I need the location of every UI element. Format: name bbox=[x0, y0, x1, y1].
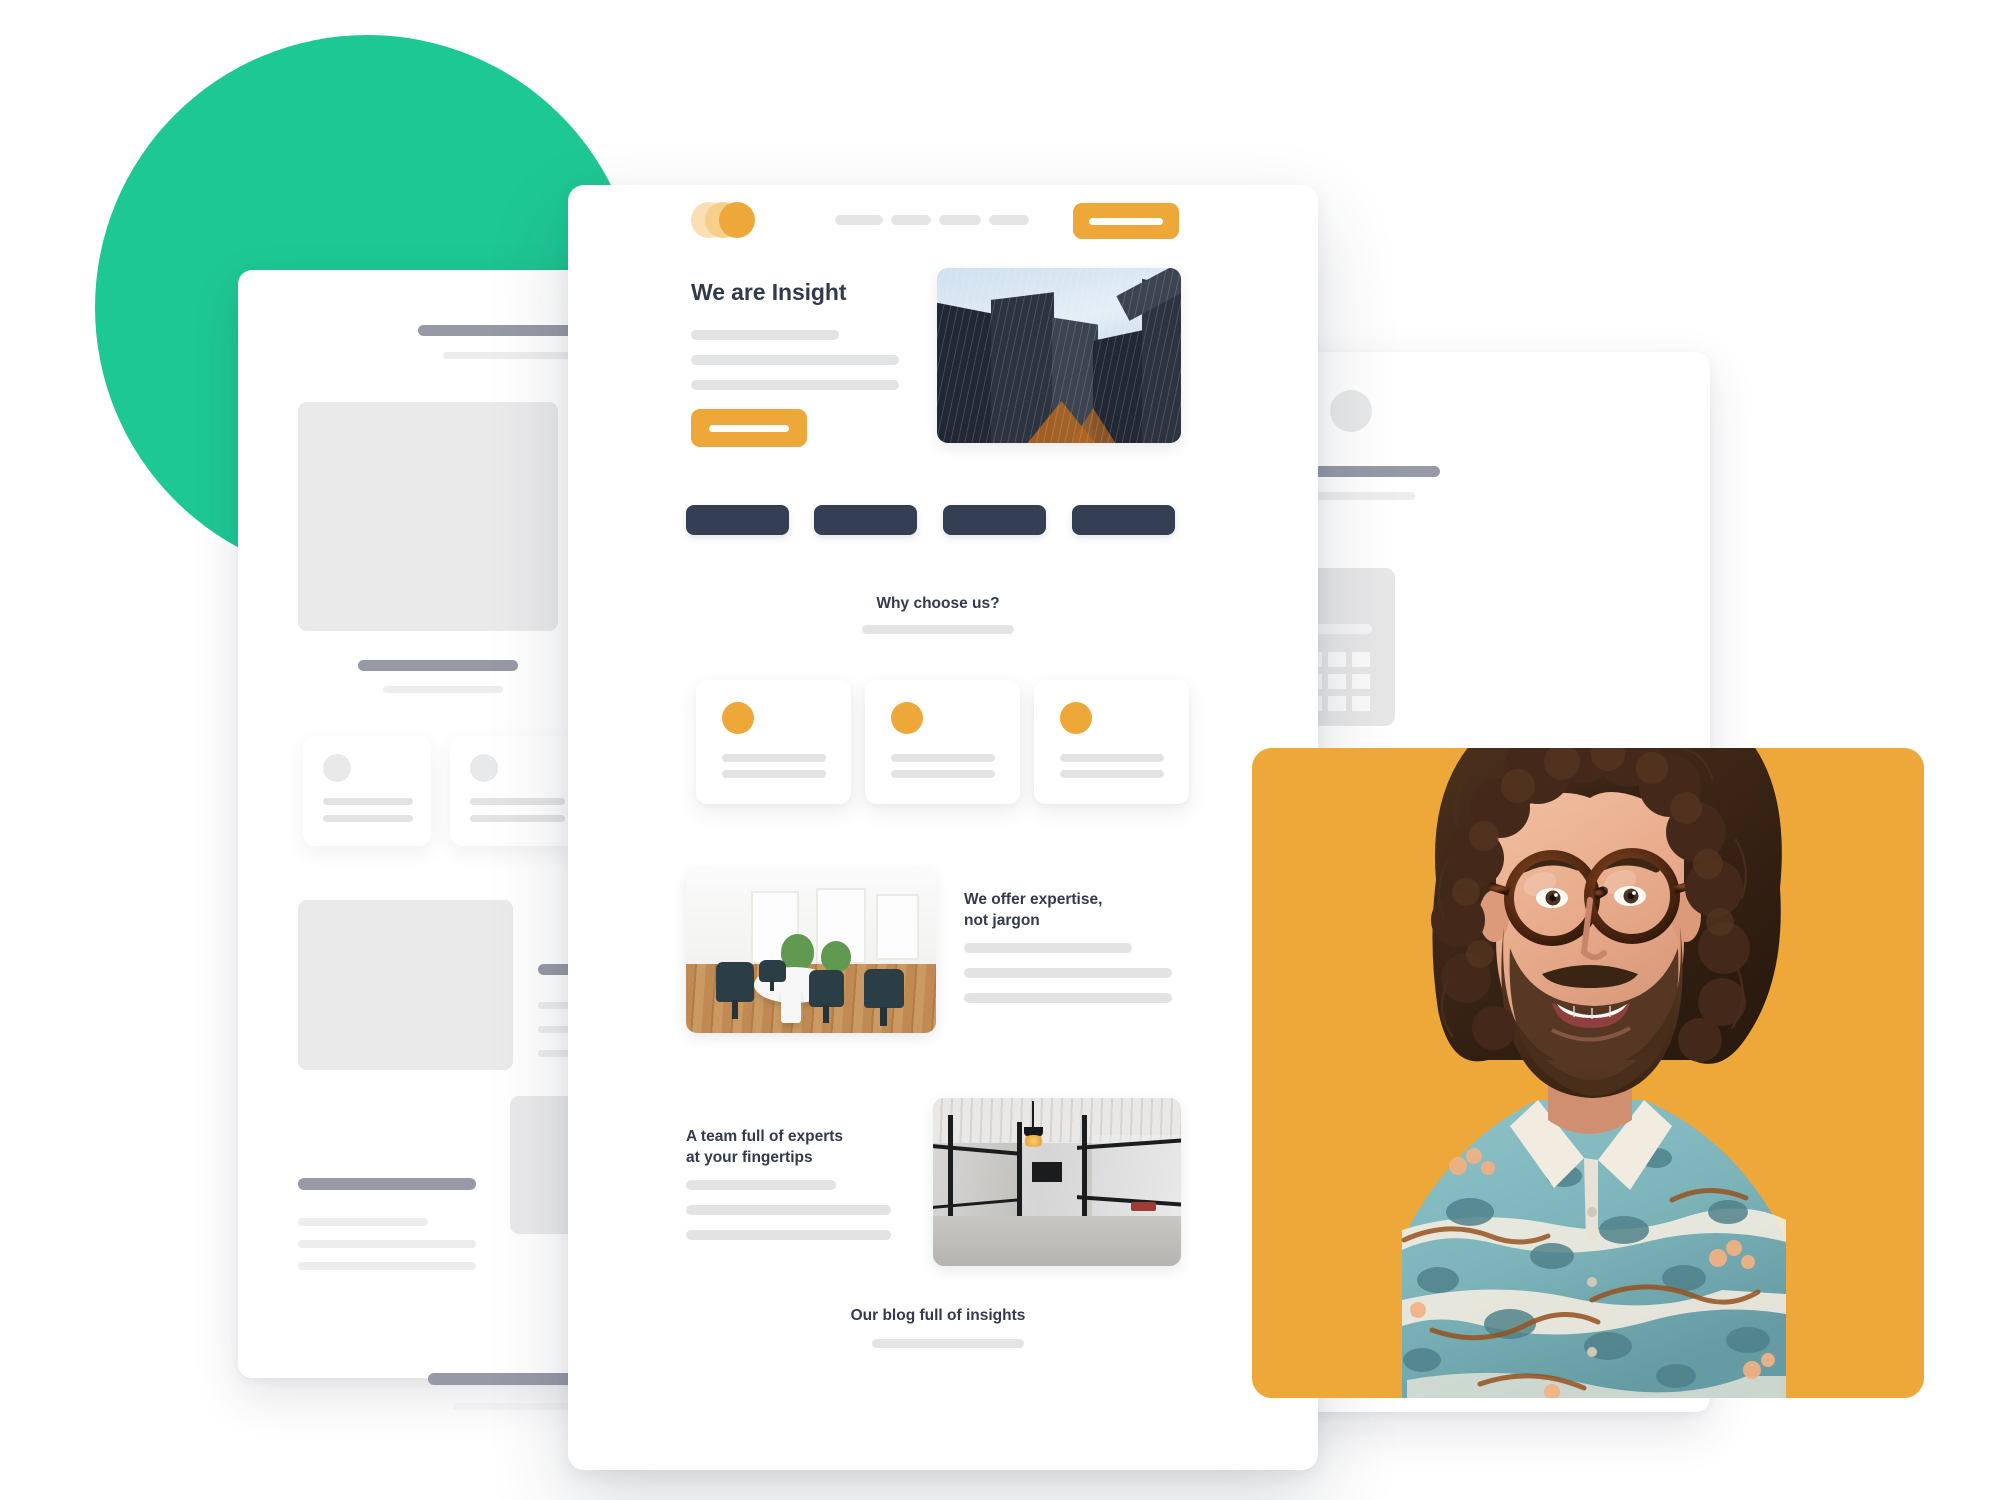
office-chair bbox=[808, 970, 844, 1023]
image-placeholder bbox=[298, 900, 513, 1070]
feature-icon-circle-icon bbox=[891, 702, 923, 734]
hero-body-line bbox=[691, 355, 899, 365]
heading-bar bbox=[418, 325, 578, 336]
office-chair bbox=[863, 968, 904, 1026]
mini-card bbox=[303, 736, 431, 846]
expertise-body-line bbox=[964, 943, 1132, 953]
expertise-title-line-1: We offer expertise, bbox=[964, 891, 1103, 908]
nav-item-4[interactable] bbox=[989, 215, 1029, 225]
hero-title: We are Insight bbox=[691, 279, 847, 305]
nav-item-1[interactable] bbox=[835, 215, 883, 225]
category-pill-1[interactable] bbox=[686, 505, 789, 535]
feature-line bbox=[722, 770, 826, 778]
feature-line bbox=[1060, 770, 1164, 778]
expertise-title-line-2: not jargon bbox=[964, 911, 1040, 929]
blog-section-title: Our blog full of insights bbox=[850, 1307, 1026, 1324]
blog-section-subtitle-placeholder bbox=[872, 1339, 1024, 1348]
body-line bbox=[298, 1218, 428, 1226]
category-pill-4[interactable] bbox=[1072, 505, 1175, 535]
nav-item-2[interactable] bbox=[891, 215, 931, 225]
feature-card-2[interactable] bbox=[865, 680, 1020, 804]
avatar-circle-icon bbox=[323, 754, 351, 782]
feature-line bbox=[891, 754, 995, 762]
office-window bbox=[876, 894, 919, 961]
feature-line bbox=[722, 754, 826, 762]
heading-bar bbox=[358, 660, 518, 671]
expertise-section-title: We offer expertise, not jargon bbox=[964, 890, 1194, 932]
category-pill-3[interactable] bbox=[943, 505, 1046, 535]
expertise-body-line bbox=[964, 968, 1172, 978]
logo-circle-dark-icon bbox=[719, 202, 755, 238]
hero-body-line bbox=[691, 380, 899, 390]
subtext-line bbox=[383, 686, 503, 693]
hero-cta-button[interactable] bbox=[691, 409, 807, 447]
team-title-line-2: at your fingertips bbox=[686, 1148, 813, 1166]
feature-card-1[interactable] bbox=[696, 680, 851, 804]
heading-bar bbox=[298, 1178, 476, 1190]
mini-card-line bbox=[323, 798, 413, 805]
team-body-line bbox=[686, 1230, 891, 1240]
team-body-line bbox=[686, 1205, 891, 1215]
why-section-title: Why choose us? bbox=[876, 595, 1000, 612]
category-pill-2[interactable] bbox=[814, 505, 917, 535]
mini-card-line bbox=[323, 815, 413, 822]
feature-line bbox=[1060, 754, 1164, 762]
header-cta-label-placeholder bbox=[1089, 218, 1163, 225]
feature-card-3[interactable] bbox=[1034, 680, 1189, 804]
team-body-line bbox=[686, 1180, 836, 1190]
office-chair bbox=[716, 962, 754, 1019]
feature-icon-circle-icon bbox=[1060, 702, 1092, 734]
hero-body-line bbox=[691, 330, 839, 340]
bright-office-meeting-room-photo bbox=[686, 868, 936, 1033]
industrial-corridor-interior-photo bbox=[933, 1098, 1181, 1266]
feature-line bbox=[891, 770, 995, 778]
mini-card bbox=[450, 736, 578, 846]
mini-card-line bbox=[470, 798, 565, 805]
why-section-subtitle-placeholder bbox=[862, 625, 1014, 634]
header-cta-button[interactable] bbox=[1073, 203, 1179, 239]
illustration-canvas: We are Insight Why choose us? We offer e… bbox=[0, 0, 2000, 1500]
smiling-man-portrait bbox=[1401, 748, 1786, 1398]
feature-icon-circle-icon bbox=[722, 702, 754, 734]
body-line bbox=[298, 1262, 476, 1270]
portrait-group bbox=[1252, 540, 1924, 1400]
skyscrapers-looking-up-photo bbox=[937, 268, 1181, 443]
team-section-title: A team full of experts at your fingertip… bbox=[686, 1127, 916, 1169]
team-title-line-1: A team full of experts bbox=[686, 1128, 844, 1145]
office-chair bbox=[758, 960, 786, 992]
large-image-placeholder bbox=[298, 402, 558, 631]
subtext-line bbox=[443, 352, 578, 359]
avatar-circle-icon bbox=[1330, 390, 1372, 432]
nav-item-3[interactable] bbox=[939, 215, 981, 225]
hero-cta-label-placeholder bbox=[709, 425, 789, 432]
brand-logo[interactable] bbox=[691, 202, 763, 238]
body-line bbox=[298, 1240, 476, 1248]
mini-card-line bbox=[470, 815, 565, 822]
avatar-circle-icon bbox=[470, 754, 498, 782]
expertise-body-line bbox=[964, 993, 1172, 1003]
